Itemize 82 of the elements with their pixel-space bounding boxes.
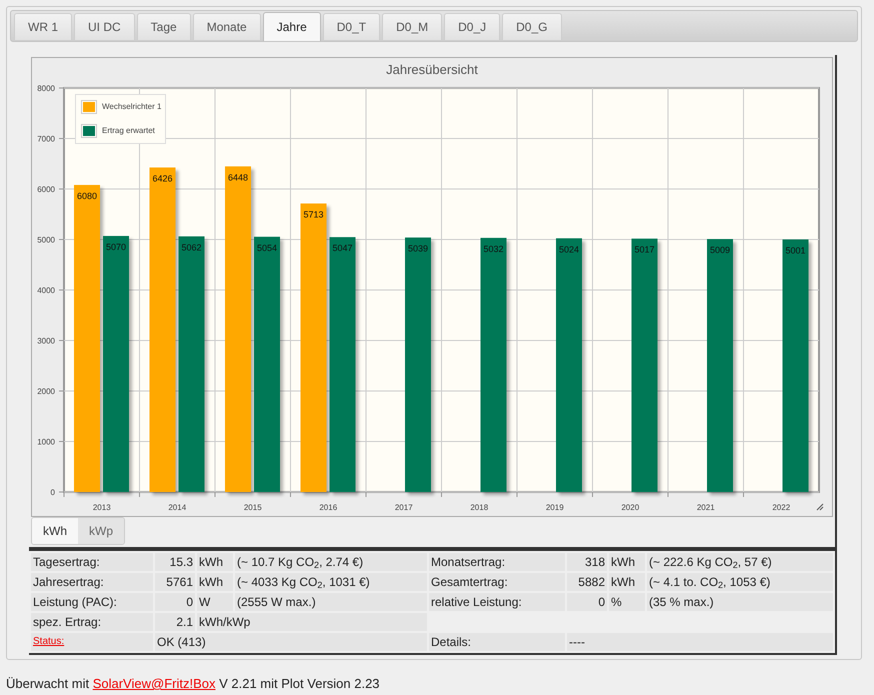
stat-label: Tagesertrag:: [31, 552, 153, 570]
y-tick-label: 4000: [37, 286, 55, 294]
stat-label: Details:: [429, 632, 565, 650]
y-tick-label: 8000: [37, 84, 55, 92]
value-label: 5032: [483, 243, 504, 254]
y-tick-label: 2000: [37, 386, 55, 396]
value-label: 5062: [181, 242, 202, 252]
stat-value: 5761: [155, 572, 195, 590]
legend-label: Ertrag erwartet: [102, 124, 155, 136]
value-label: 5054: [256, 242, 278, 252]
stat-note: (35 % max.): [647, 592, 833, 610]
chart-title: Jahresübersicht: [386, 61, 478, 79]
y-tick-label: 0: [50, 488, 55, 496]
stat-value: 0: [567, 592, 607, 610]
stat-value: OK (413): [155, 632, 427, 650]
value-label: 5001: [785, 244, 806, 255]
legend-swatch: [83, 126, 95, 136]
tab[interactable]: Tage: [136, 13, 191, 40]
stat-unit: kWh/kWp: [197, 612, 427, 630]
value-label: 5039: [408, 243, 428, 254]
stat-label: Jahresertrag:: [31, 572, 153, 590]
x-tick-label: 2014: [168, 502, 186, 512]
legend-label: Wechselrichter 1: [102, 100, 162, 112]
x-tick-label: 2020: [621, 502, 640, 512]
value-label: 5017: [634, 244, 655, 254]
value-label: 5024: [558, 244, 580, 254]
x-tick-label: 2018: [470, 502, 488, 512]
x-tick-label: 2015: [244, 502, 262, 512]
y-tick-label: 7000: [37, 134, 55, 143]
solarview-link[interactable]: SolarView@Fritz!Box: [92, 676, 216, 691]
legend-swatch: [83, 102, 95, 112]
stat-note: (~ 4.1 to. CO$_{2}$, 1053 €): [647, 572, 833, 590]
stat-note: (~ 4033 Kg CO$_{2}$, 1031 €): [235, 572, 427, 590]
value-label: 6426: [152, 172, 173, 183]
stat-value: 15.3: [155, 552, 195, 570]
tab[interactable]: D0_G: [502, 13, 562, 40]
x-tick-label: 2022: [772, 502, 790, 512]
stat-label: spez. Ertrag:: [31, 612, 153, 630]
x-tick-label: 2017: [394, 502, 413, 512]
stat-value: 0: [155, 592, 195, 610]
stat-unit: kWh: [197, 572, 233, 590]
value-label: 5009: [710, 244, 730, 255]
stat-value: 5882: [567, 572, 607, 590]
stat-unit: kWh: [609, 552, 645, 570]
tab[interactable]: D0_T: [322, 13, 380, 40]
tab[interactable]: WR 1: [14, 13, 72, 40]
stat-note: (~ 10.7 Kg CO$_{2}$, 2.74 €): [235, 552, 427, 570]
stat-note: (2555 W max.): [235, 592, 427, 610]
stat-label: Leistung (PAC):: [31, 592, 153, 610]
stat-unit: kWh: [609, 572, 645, 590]
tab[interactable]: D0_J: [444, 13, 500, 40]
tab[interactable]: Monate: [192, 13, 261, 40]
x-tick-label: 2016: [319, 502, 338, 512]
y-tick-label: 3000: [37, 336, 55, 345]
unit-button[interactable]: kWp: [78, 518, 124, 544]
stat-note: (~ 222.6 Kg CO$_{2}$, 57 €): [647, 552, 833, 570]
resize-grip-icon[interactable]: [816, 503, 824, 510]
value-label: 5713: [303, 209, 324, 219]
tab[interactable]: Jahre: [262, 12, 321, 41]
x-tick-label: 2013: [92, 502, 111, 512]
value-label: 5047: [332, 242, 353, 253]
value-label: 6080: [76, 190, 98, 200]
stat-unit: %: [609, 592, 645, 610]
stat-value: 318: [567, 552, 607, 570]
stat-unit: kWh: [197, 552, 233, 570]
y-tick-label: 1000: [37, 437, 55, 446]
tab[interactable]: UI DC: [74, 13, 135, 40]
stat-label: Monatsertrag:: [429, 552, 565, 570]
stat-label: relative Leistung:: [429, 592, 565, 610]
stat-value: 2.1: [155, 612, 195, 630]
stat-label: Gesamtertrag:: [429, 572, 565, 590]
tab[interactable]: D0_M: [382, 13, 442, 40]
footer-text: Überwacht mit SolarView@Fritz!Box V 2.21 mit Plot Version 2.23: [6, 675, 381, 693]
stat-value: ----: [567, 632, 833, 650]
y-tick-label: 5000: [37, 235, 55, 244]
value-label: 5070: [106, 241, 126, 252]
value-label: 6448: [228, 172, 248, 182]
x-tick-label: 2019: [546, 502, 564, 512]
unit-button[interactable]: kWh: [32, 518, 78, 544]
x-tick-label: 2021: [696, 502, 715, 512]
stat-unit: W: [197, 592, 233, 610]
y-tick-label: 6000: [37, 184, 55, 194]
